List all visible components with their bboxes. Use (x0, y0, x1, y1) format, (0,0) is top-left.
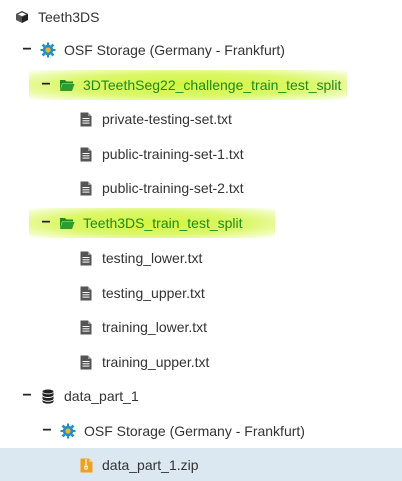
tree-row-folder[interactable]: − Teeth3DS_train_test_split (0, 206, 402, 240)
collapse-toggle[interactable]: − (39, 77, 53, 93)
component-label[interactable]: data_part_1 (64, 387, 139, 405)
folder-open-icon (59, 215, 75, 231)
folder-label[interactable]: Teeth3DS_train_test_split (83, 214, 243, 232)
file-label[interactable]: testing_upper.txt (102, 284, 205, 302)
tree-row-file-selected[interactable]: data_part_1.zip (0, 448, 402, 481)
collapse-toggle[interactable]: − (40, 423, 54, 439)
file-label[interactable]: testing_lower.txt (102, 249, 202, 267)
database-icon (40, 388, 56, 404)
file-label[interactable]: public-training-set-2.txt (102, 179, 244, 197)
tree-row-folder[interactable]: − 3DTeethSeg22_challenge_train_test_spli… (0, 68, 402, 102)
tree-row-file[interactable]: testing_lower.txt (0, 241, 402, 275)
storage-label[interactable]: OSF Storage (Germany - Frankfurt) (64, 41, 285, 59)
tree-row-project[interactable]: Teeth3DS (0, 0, 402, 34)
file-label[interactable]: public-training-set-1.txt (102, 145, 244, 163)
file-text-icon (78, 250, 94, 266)
cube-icon (14, 9, 30, 25)
file-label[interactable]: training_upper.txt (102, 353, 209, 371)
file-text-icon (78, 180, 94, 196)
tree-row-file[interactable]: training_lower.txt (0, 310, 402, 344)
storage-gear-icon (40, 42, 56, 58)
file-text-icon (78, 285, 94, 301)
file-label[interactable]: data_part_1.zip (102, 456, 199, 474)
file-text-icon (78, 146, 94, 162)
file-label[interactable]: training_lower.txt (102, 318, 207, 336)
storage-label[interactable]: OSF Storage (Germany - Frankfurt) (84, 422, 305, 440)
collapse-toggle[interactable]: − (20, 388, 34, 404)
highlight-marker: − Teeth3DS_train_test_split (29, 208, 275, 238)
tree-row-file[interactable]: training_upper.txt (0, 345, 402, 379)
folder-open-icon (59, 77, 75, 93)
tree-row-component[interactable]: − data_part_1 (0, 379, 402, 413)
project-label[interactable]: Teeth3DS (38, 8, 99, 26)
file-label[interactable]: private-testing-set.txt (102, 110, 232, 128)
file-text-icon (78, 354, 94, 370)
file-tree: Teeth3DS − OSF Storage (Germany - Frankf… (0, 0, 402, 481)
folder-label[interactable]: 3DTeethSeg22_challenge_train_test_split (83, 76, 341, 94)
file-zip-icon (78, 457, 94, 473)
tree-row-file[interactable]: public-training-set-1.txt (0, 137, 402, 171)
tree-row-storage[interactable]: − OSF Storage (Germany - Frankfurt) (0, 33, 402, 67)
collapse-toggle[interactable]: − (39, 215, 53, 231)
tree-row-file[interactable]: public-training-set-2.txt (0, 171, 402, 205)
file-text-icon (78, 111, 94, 127)
file-text-icon (78, 319, 94, 335)
storage-gear-icon (60, 423, 76, 439)
tree-row-file[interactable]: private-testing-set.txt (0, 102, 402, 136)
collapse-toggle[interactable]: − (20, 42, 34, 58)
highlight-marker: − 3DTeethSeg22_challenge_train_test_spli… (29, 70, 348, 100)
tree-row-storage[interactable]: − OSF Storage (Germany - Frankfurt) (0, 414, 402, 448)
tree-row-file[interactable]: testing_upper.txt (0, 276, 402, 310)
